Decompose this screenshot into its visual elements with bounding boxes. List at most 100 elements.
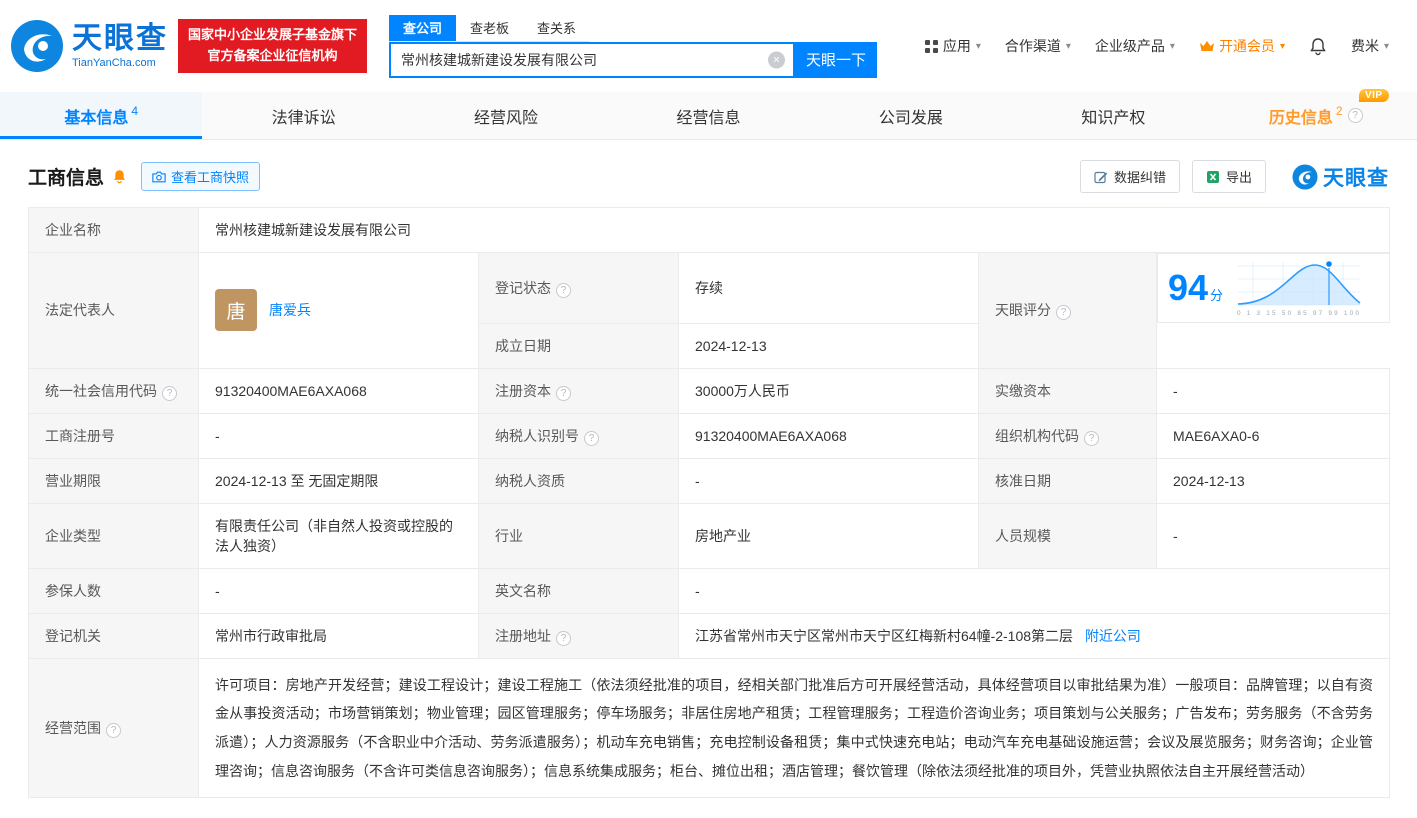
nav-membership[interactable]: 开通会员 ▾ bbox=[1199, 36, 1285, 56]
tab-basic-info[interactable]: 基本信息 4 bbox=[0, 92, 203, 139]
taxpayer-id-value: 91320400MAE6AXA068 bbox=[678, 412, 979, 459]
clear-icon[interactable]: × bbox=[768, 51, 786, 68]
help-icon[interactable]: ? bbox=[1347, 108, 1363, 123]
field-label: 纳税人识别号? bbox=[478, 412, 679, 459]
nav-enterprise-label: 企业级产品 bbox=[1094, 38, 1165, 54]
nearby-companies-link[interactable]: 附近公司 bbox=[1085, 628, 1141, 644]
insured-count-value: - bbox=[198, 567, 479, 614]
nav-apps[interactable]: 应用 ▾ bbox=[924, 36, 981, 56]
credit-code-value: 91320400MAE6AXA068 bbox=[198, 367, 479, 414]
search-button[interactable]: 天眼一下 bbox=[795, 41, 878, 78]
tab-company-development[interactable]: 公司发展 bbox=[810, 92, 1012, 139]
tab-count: 2 bbox=[1335, 103, 1343, 118]
field-label: 参保人数 bbox=[28, 567, 199, 614]
export-excel-icon bbox=[1206, 170, 1219, 183]
grid-icon bbox=[924, 39, 938, 53]
help-icon[interactable]: ? bbox=[584, 430, 599, 446]
company-type-value: 有限责任公司（非自然人投资或控股的法人独资） bbox=[198, 502, 479, 569]
chevron-down-icon: ▾ bbox=[975, 40, 981, 52]
search-tab-company[interactable]: 查公司 bbox=[389, 14, 457, 41]
tianyancha-logo-icon bbox=[1292, 163, 1318, 190]
help-icon[interactable]: ? bbox=[1084, 430, 1099, 446]
field-label: 行业 bbox=[478, 502, 679, 569]
industry-value: 房地产业 bbox=[678, 502, 979, 569]
approval-date-value: 2024-12-13 bbox=[1155, 457, 1391, 504]
chevron-down-icon: ▾ bbox=[1383, 40, 1389, 52]
tab-operating-risk[interactable]: 经营风险 bbox=[405, 92, 607, 139]
table-row: 登记机关 常州市行政审批局 注册地址? 江苏省常州市天宁区常州市天宁区红梅新村6… bbox=[28, 612, 1391, 659]
nav-cooperation[interactable]: 合作渠道 ▾ bbox=[1005, 36, 1071, 56]
field-label: 成立日期 bbox=[478, 322, 679, 369]
tianyancha-logo-icon bbox=[11, 20, 63, 72]
score-curve-chart: 0 1 3 15 50 85 97 99 100 bbox=[1237, 259, 1361, 317]
field-label: 实缴资本 bbox=[978, 367, 1157, 414]
field-label: 企业类型 bbox=[28, 502, 199, 569]
field-label: 核准日期 bbox=[978, 457, 1157, 504]
establish-date-value: 2024-12-13 bbox=[678, 322, 979, 369]
tab-label: 基本信息 bbox=[64, 109, 129, 127]
export-button[interactable]: 导出 bbox=[1191, 160, 1266, 193]
notification-bell[interactable] bbox=[1309, 37, 1327, 56]
field-label: 统一社会信用代码? bbox=[28, 367, 199, 414]
table-row: 统一社会信用代码? 91320400MAE6AXA068 注册资本? 30000… bbox=[28, 367, 1391, 414]
tab-label: 法律诉讼 bbox=[271, 109, 336, 127]
help-icon[interactable]: ? bbox=[556, 282, 571, 298]
legal-rep-link[interactable]: 唐爱兵 bbox=[269, 300, 311, 320]
field-label: 人员规模 bbox=[978, 502, 1157, 569]
snapshot-button[interactable]: 查看工商快照 bbox=[141, 162, 261, 191]
tianyancha-watermark: 天眼查 bbox=[1292, 162, 1389, 192]
nav-user[interactable]: 费米 ▾ bbox=[1351, 36, 1389, 56]
certification-badge: 国家中小企业发展子基金旗下 官方备案企业征信机构 bbox=[178, 19, 368, 73]
logo-domain: TianYanCha.com bbox=[72, 56, 156, 69]
org-code-value: MAE6AXA0-6 bbox=[1155, 412, 1391, 459]
tab-history-info[interactable]: 历史信息 2 ? VIP bbox=[1215, 88, 1417, 139]
tab-label: 公司发展 bbox=[878, 109, 943, 127]
search-tab-relation[interactable]: 查关系 bbox=[523, 15, 590, 41]
site-logo[interactable]: 天眼查 TianYanCha.com bbox=[10, 19, 168, 73]
subscribe-bell-icon[interactable] bbox=[112, 168, 127, 185]
tab-business-info[interactable]: 经营信息 bbox=[607, 92, 809, 139]
help-icon[interactable]: ? bbox=[556, 630, 571, 646]
help-icon[interactable]: ? bbox=[1056, 305, 1071, 321]
reg-status-value: 存续 bbox=[678, 252, 979, 324]
avatar[interactable]: 唐 bbox=[215, 289, 257, 332]
field-label: 法定代表人 bbox=[28, 252, 199, 369]
search-tab-boss[interactable]: 查老板 bbox=[456, 15, 523, 41]
score-axis-labels: 0 1 3 15 50 85 97 99 100 bbox=[1237, 310, 1359, 317]
table-row: 企业名称 常州核建城新建设发展有限公司 bbox=[28, 207, 1391, 253]
help-icon[interactable]: ? bbox=[556, 385, 571, 401]
business-scope-value: 许可项目：房地产开发经营；建设工程设计；建设工程施工（依法须经批准的项目，经相关… bbox=[197, 657, 1391, 799]
nav-enterprise-products[interactable]: 企业级产品 ▾ bbox=[1095, 36, 1175, 56]
section-title: 工商信息 bbox=[28, 168, 105, 189]
tab-label: 历史信息 bbox=[1268, 109, 1333, 127]
search-input[interactable] bbox=[391, 43, 794, 76]
table-row: 工商注册号 - 纳税人识别号? 91320400MAE6AXA068 组织机构代… bbox=[28, 412, 1391, 459]
table-row: 法定代表人 唐 唐爱兵 登记状态? 存续 天眼评分? 94 分 0 1 3 15… bbox=[28, 252, 1390, 369]
reg-address-value: 江苏省常州市天宁区常州市天宁区红梅新村64幢-2-108第二层 bbox=[695, 627, 1074, 644]
field-label: 登记机关 bbox=[28, 612, 199, 659]
field-label: 纳税人资质 bbox=[478, 457, 679, 504]
vip-badge: VIP bbox=[1358, 88, 1389, 102]
table-row: 营业期限 2024-12-13 至 无固定期限 纳税人资质 - 核准日期 202… bbox=[28, 457, 1391, 504]
data-correction-label: 数据纠错 bbox=[1113, 170, 1166, 185]
field-label: 企业名称 bbox=[28, 207, 199, 253]
chevron-down-icon: ▾ bbox=[1279, 40, 1285, 52]
help-icon[interactable]: ? bbox=[106, 722, 121, 738]
tab-legal-proceedings[interactable]: 法律诉讼 bbox=[202, 92, 404, 139]
nav-membership-label: 开通会员 bbox=[1218, 38, 1275, 54]
badge-line1: 国家中小企业发展子基金旗下 bbox=[188, 27, 358, 43]
field-label: 注册资本? bbox=[478, 367, 679, 414]
reg-capital-value: 30000万人民币 bbox=[678, 367, 979, 414]
tab-label: 经营风险 bbox=[474, 109, 539, 127]
export-label: 导出 bbox=[1225, 170, 1252, 185]
search-block: 查公司 查老板 查关系 × 天眼一下 bbox=[389, 14, 878, 78]
score-value[interactable]: 94 分 bbox=[1168, 270, 1223, 306]
table-row: 企业类型 有限责任公司（非自然人投资或控股的法人独资） 行业 房地产业 人员规模… bbox=[28, 502, 1391, 569]
staff-size-value: - bbox=[1155, 502, 1391, 569]
field-label: 注册地址? bbox=[478, 612, 679, 659]
field-label: 组织机构代码? bbox=[978, 412, 1157, 459]
data-correction-button[interactable]: 数据纠错 bbox=[1079, 160, 1180, 193]
help-icon[interactable]: ? bbox=[162, 385, 177, 401]
tab-intellectual-property[interactable]: 知识产权 bbox=[1012, 92, 1214, 139]
tab-label: 知识产权 bbox=[1081, 109, 1146, 127]
